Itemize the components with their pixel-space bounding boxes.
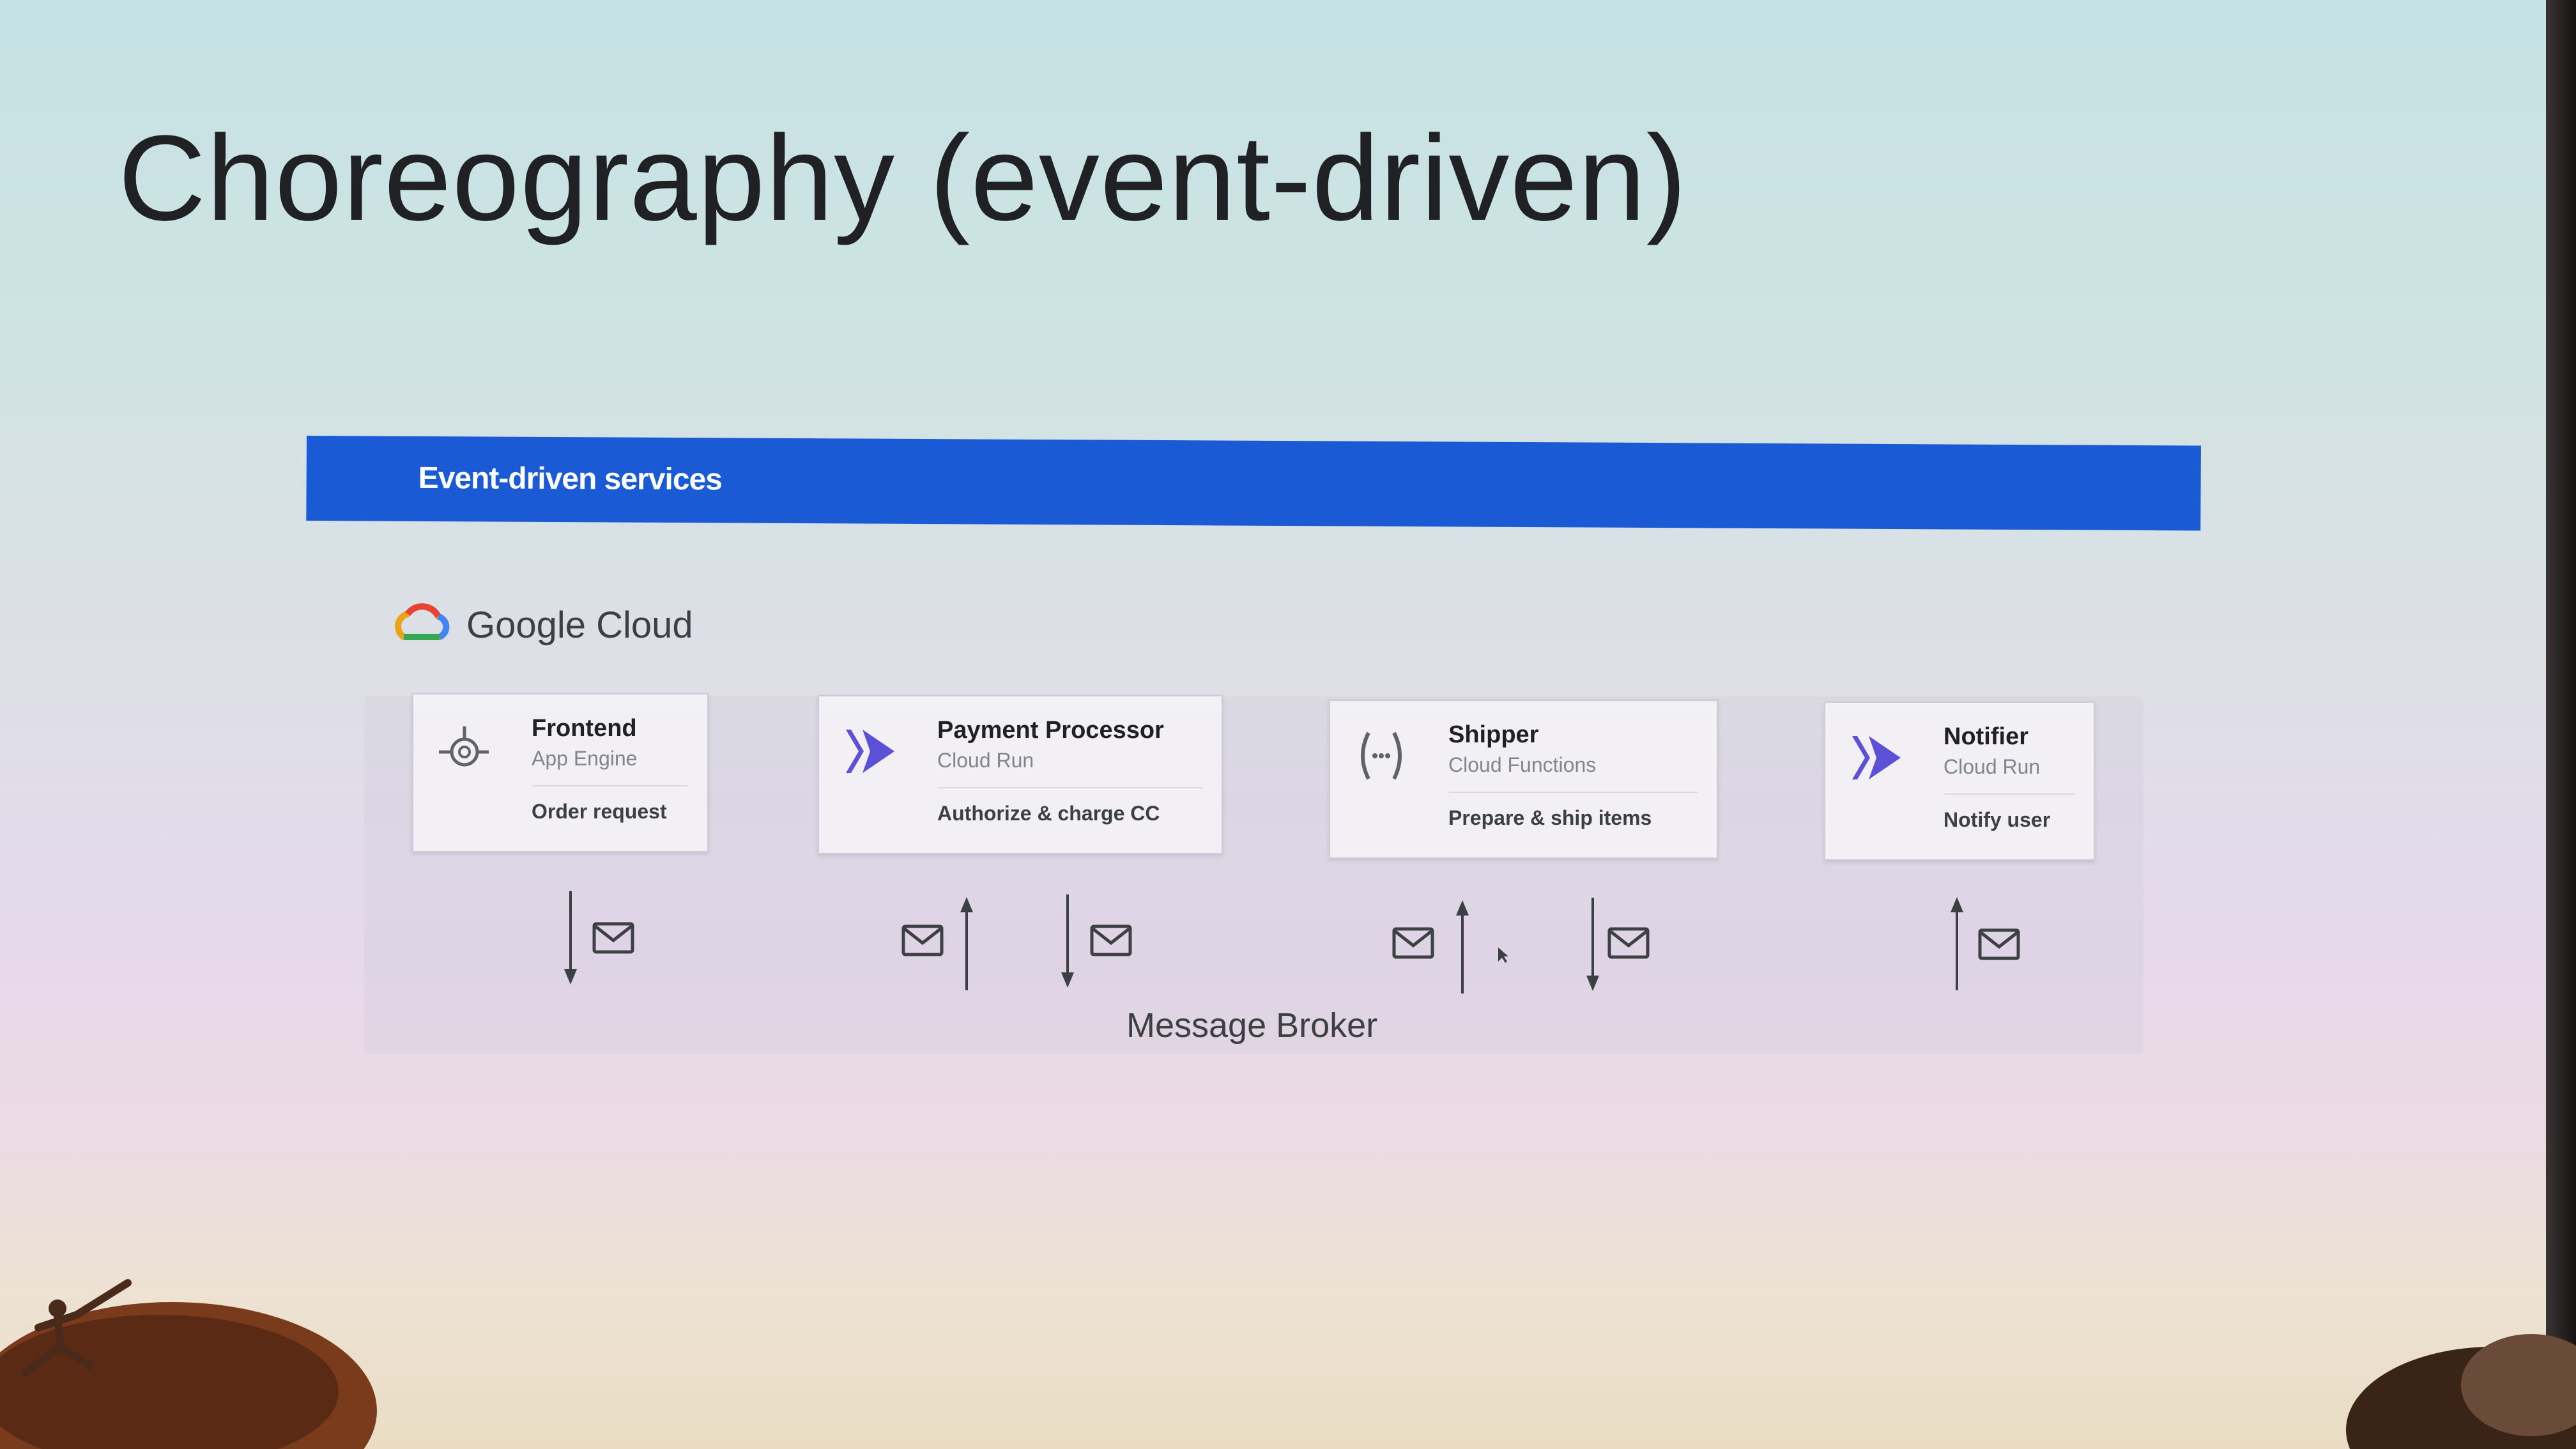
card-divider bbox=[532, 785, 688, 786]
service-name: Payment Processor bbox=[937, 717, 1164, 744]
envelope-icon bbox=[901, 924, 944, 956]
presentation-slide: Choreography (event-driven) Event-driven… bbox=[0, 0, 2546, 1449]
arrow-up-icon bbox=[1951, 897, 1963, 990]
google-cloud-logo-icon bbox=[395, 603, 450, 640]
service-action: Prepare & ship items bbox=[1448, 806, 1652, 829]
service-card-shipper: Shipper Cloud Functions Prepare & ship i… bbox=[1329, 700, 1718, 859]
arrow-down-icon bbox=[564, 891, 577, 985]
card-divider bbox=[1943, 793, 2074, 795]
envelope-icon bbox=[592, 922, 634, 954]
service-platform: App Engine bbox=[532, 747, 638, 770]
service-card-frontend: Frontend App Engine Order request bbox=[412, 693, 709, 852]
arrow-down-icon bbox=[1061, 894, 1074, 988]
envelope-icon bbox=[1978, 928, 2020, 960]
service-name: Shipper bbox=[1448, 721, 1539, 748]
cloud-functions-icon bbox=[1361, 732, 1402, 780]
service-name: Notifier bbox=[1943, 723, 2028, 750]
arrow-up-icon bbox=[960, 897, 973, 990]
service-platform: Cloud Run bbox=[937, 749, 1034, 772]
banner-label: Event-driven services bbox=[418, 461, 723, 497]
service-action: Authorize & charge CC bbox=[937, 802, 1160, 825]
service-platform: Cloud Run bbox=[1943, 755, 2041, 778]
service-name: Frontend bbox=[532, 715, 637, 742]
service-card-payment-processor: Payment Processor Cloud Run Authorize & … bbox=[818, 695, 1223, 854]
envelope-icon bbox=[1090, 924, 1132, 956]
cloud-run-icon bbox=[1852, 736, 1901, 779]
service-card-notifier: Notifier Cloud Run Notify user bbox=[1824, 702, 2095, 861]
audience-silhouette-right bbox=[2346, 1334, 2576, 1449]
app-engine-icon bbox=[439, 726, 489, 767]
slide-title: Choreography (event-driven) bbox=[118, 111, 1687, 246]
screen-edge bbox=[2546, 0, 2576, 1449]
service-action: Notify user bbox=[1943, 808, 2051, 831]
service-platform: Cloud Functions bbox=[1448, 753, 1597, 776]
card-divider bbox=[1448, 792, 1698, 793]
envelope-icon bbox=[1392, 927, 1434, 959]
audience-silhouette-left bbox=[0, 1279, 377, 1449]
service-action: Order request bbox=[532, 800, 667, 823]
message-broker-label: Message Broker bbox=[1126, 1006, 1378, 1045]
arrow-up-icon bbox=[1456, 900, 1469, 993]
card-divider bbox=[937, 787, 1202, 788]
arrow-down-icon bbox=[1586, 898, 1599, 991]
event-driven-banner: Event-driven services bbox=[306, 436, 2201, 531]
mouse-cursor-icon bbox=[1498, 947, 1508, 963]
envelope-icon bbox=[1607, 927, 1650, 959]
google-cloud-label: Google Cloud bbox=[466, 604, 693, 646]
cloud-run-icon bbox=[846, 730, 894, 773]
